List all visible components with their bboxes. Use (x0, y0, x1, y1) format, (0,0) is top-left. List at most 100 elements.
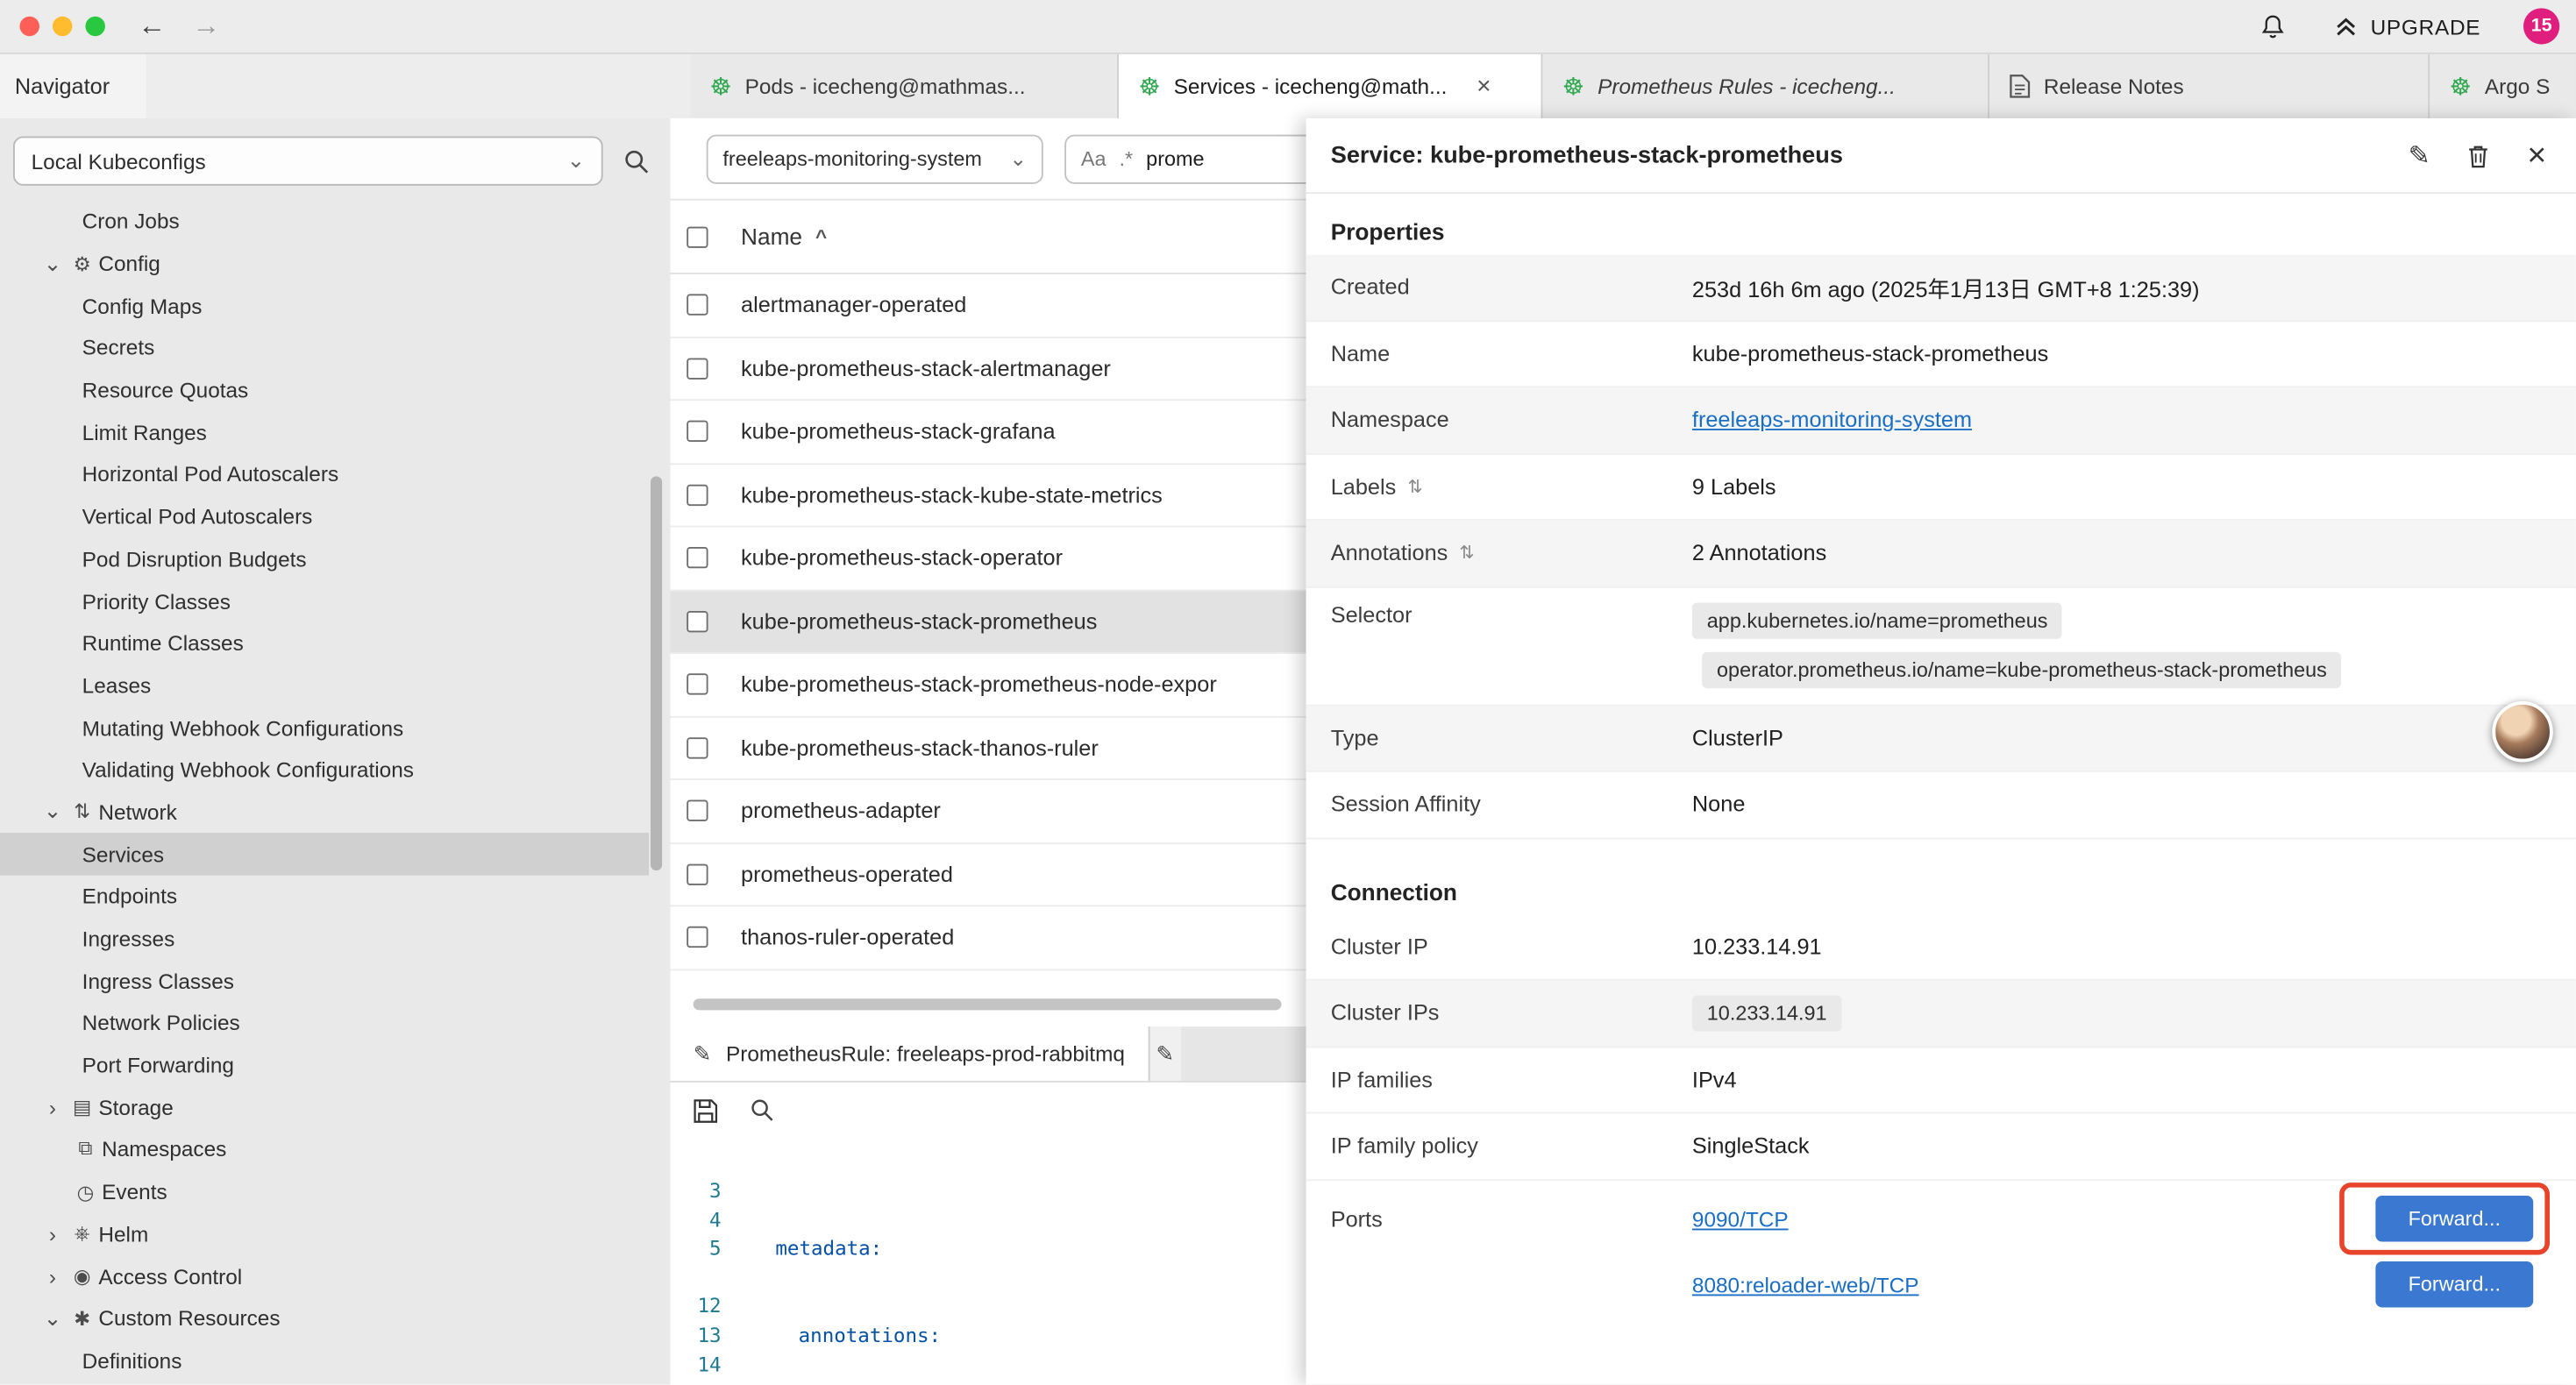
sidebar-item-cron-jobs[interactable]: Cron Jobs (0, 201, 649, 243)
forward-button-8080[interactable]: Forward... (2375, 1261, 2533, 1306)
sidebar-item-events[interactable]: ◷ Events (0, 1171, 649, 1213)
table-row[interactable]: kube-prometheus-stack-grafana (670, 401, 1306, 464)
match-case-toggle[interactable]: Aa (1081, 147, 1107, 170)
sidebar-item-limit-ranges[interactable]: Limit Ranges (0, 411, 649, 453)
row-checkbox[interactable] (687, 421, 708, 442)
row-checkbox[interactable] (687, 611, 708, 632)
tab-close-icon[interactable]: × (1477, 72, 1491, 100)
sidebar-item-services[interactable]: Services (0, 834, 649, 876)
table-row[interactable]: prometheus-adapter (670, 780, 1306, 843)
row-checkbox[interactable] (687, 484, 708, 505)
chevron-down-icon: ⌄ (39, 251, 66, 277)
table-row[interactable]: kube-prometheus-stack-alertmanager (670, 337, 1306, 401)
forward-button-9090[interactable]: Forward... (2375, 1195, 2533, 1240)
dock-tab-partial[interactable]: ✎ (1148, 1026, 1180, 1081)
sidebar-search-icon[interactable] (623, 147, 651, 175)
horizontal-scrollbar[interactable] (694, 998, 1282, 1010)
row-checkbox[interactable] (687, 295, 708, 316)
sidebar-item-network[interactable]: ⌄ ⇅ Network (0, 791, 649, 833)
selector-badge: app.kubernetes.io/name=prometheus (1692, 602, 2062, 638)
namespace-link[interactable]: freeleaps-monitoring-system (1692, 408, 1972, 432)
property-row-labels: Labels⇅ 9 Labels (1306, 454, 2576, 521)
forward-button[interactable]: → (192, 10, 220, 42)
row-checkbox[interactable] (687, 358, 708, 379)
sidebar-item-secrets[interactable]: Secrets (0, 327, 649, 369)
regex-toggle[interactable]: .* (1120, 147, 1134, 170)
sidebar-item-network-policies[interactable]: Network Policies (0, 1002, 649, 1044)
sidebar-scrollbar[interactable] (651, 476, 662, 870)
sidebar-item-custom-resources[interactable]: ⌄ ✱ Custom Resources (0, 1297, 649, 1339)
table-row[interactable]: prometheus-operated (670, 843, 1306, 906)
tab-pods[interactable]: ☸ Pods - icecheng@mathmas... (690, 54, 1119, 118)
properties-heading: Properties (1331, 218, 2576, 245)
table-row[interactable]: kube-prometheus-stack-prometheus-node-ex… (670, 654, 1306, 717)
code-line: annotations: (743, 1322, 1306, 1351)
notifications-bell-icon[interactable] (2259, 12, 2287, 40)
tab-argo[interactable]: ☸ Argo S (2430, 54, 2576, 118)
sidebar-item-definitions[interactable]: Definitions (0, 1339, 649, 1381)
row-checkbox[interactable] (687, 737, 708, 758)
delete-icon[interactable] (2466, 142, 2491, 168)
port-link-8080[interactable]: 8080:reloader-web/TCP (1692, 1273, 1919, 1297)
row-checkbox[interactable] (687, 800, 708, 821)
save-icon[interactable] (692, 1097, 720, 1125)
expand-collapse-icon[interactable]: ⇅ (1459, 543, 1474, 564)
row-checkbox[interactable] (687, 547, 708, 568)
select-all-checkbox[interactable] (687, 226, 708, 247)
back-button[interactable]: ← (138, 10, 166, 42)
notification-count-badge[interactable]: 15 (2523, 8, 2559, 44)
tab-release-notes[interactable]: Release Notes (1989, 54, 2430, 118)
sidebar-item-ingresses[interactable]: Ingresses (0, 918, 649, 960)
sidebar-item-validating-webhook-configurations[interactable]: Validating Webhook Configurations (0, 749, 649, 791)
type-value: ClusterIP (1692, 726, 1783, 750)
upgrade-chevrons-icon (2332, 15, 2359, 38)
expand-collapse-icon[interactable]: ⇅ (1407, 476, 1422, 497)
yaml-editor[interactable]: 3 4 5 12 13 14 metadata: annotations: ku… (670, 1138, 1306, 1384)
sidebar-item-endpoints[interactable]: Endpoints (0, 876, 649, 918)
row-checkbox[interactable] (687, 674, 708, 695)
helm-icon: ⎈ (66, 1222, 98, 1246)
sidebar-item-access-control[interactable]: › ◉ Access Control (0, 1255, 649, 1297)
traffic-lights (19, 17, 104, 36)
sidebar-item-pod-disruption-budgets[interactable]: Pod Disruption Budgets (0, 538, 649, 580)
sidebar-item-horizontal-pod-autoscalers[interactable]: Horizontal Pod Autoscalers (0, 453, 649, 495)
sidebar-item-leases[interactable]: Leases (0, 664, 649, 707)
sidebar-item-vertical-pod-autoscalers[interactable]: Vertical Pod Autoscalers (0, 496, 649, 538)
window-zoom-button[interactable] (85, 17, 104, 36)
namespace-filter-select[interactable]: freeleaps-monitoring-system ⌄ (707, 134, 1043, 183)
close-icon[interactable]: × (2527, 138, 2546, 171)
edit-icon[interactable]: ✎ (2409, 138, 2430, 171)
sidebar-item-config[interactable]: ⌄ ⚙ Config (0, 243, 649, 285)
column-header-name[interactable]: Name (741, 224, 802, 250)
row-checkbox[interactable] (687, 927, 708, 948)
window-close-button[interactable] (19, 17, 39, 36)
editor-search-icon[interactable] (749, 1097, 775, 1124)
table-row-selected[interactable]: kube-prometheus-stack-prometheus (670, 591, 1306, 654)
code-line: metadata: (743, 1235, 1306, 1264)
port-link-9090[interactable]: 9090/TCP (1692, 1207, 1789, 1232)
tab-services[interactable]: ☸ Services - icecheng@math... × (1119, 54, 1542, 118)
sidebar-item-helm[interactable]: › ⎈ Helm (0, 1213, 649, 1255)
table-row[interactable]: kube-prometheus-stack-operator (670, 527, 1306, 590)
dock-tab-prometheusrule[interactable]: ✎ PrometheusRule: freeleaps-prod-rabbitm… (670, 1026, 1148, 1081)
upgrade-button[interactable]: UPGRADE (2332, 14, 2480, 39)
sidebar-item-config-maps[interactable]: Config Maps (0, 285, 649, 327)
table-row[interactable]: kube-prometheus-stack-kube-state-metrics (670, 464, 1306, 527)
list-search-input[interactable]: Aa .* prome (1064, 134, 1306, 183)
sidebar-item-priority-classes[interactable]: Priority Classes (0, 580, 649, 622)
sidebar-item-resource-quotas[interactable]: Resource Quotas (0, 369, 649, 411)
sidebar-item-runtime-classes[interactable]: Runtime Classes (0, 622, 649, 664)
sidebar-item-port-forwarding[interactable]: Port Forwarding (0, 1044, 649, 1086)
sidebar-item-mutating-webhook-configurations[interactable]: Mutating Webhook Configurations (0, 707, 649, 749)
sidebar-item-namespaces[interactable]: ⧉ Namespaces (0, 1128, 649, 1170)
kubeconfig-select[interactable]: Local Kubeconfigs ⌄ (13, 137, 603, 186)
table-row[interactable]: kube-prometheus-stack-thanos-ruler (670, 717, 1306, 780)
window-minimize-button[interactable] (53, 17, 72, 36)
sidebar-item-ingress-classes[interactable]: Ingress Classes (0, 960, 649, 1002)
row-checkbox[interactable] (687, 863, 708, 884)
tab-prometheus-rules[interactable]: ☸ Prometheus Rules - icecheng... (1542, 54, 1989, 118)
sidebar-item-storage[interactable]: › ▤ Storage (0, 1086, 649, 1128)
table-row[interactable]: thanos-ruler-operated (670, 906, 1306, 970)
assistant-avatar[interactable] (2492, 701, 2552, 762)
table-row[interactable]: alertmanager-operated (670, 274, 1306, 337)
